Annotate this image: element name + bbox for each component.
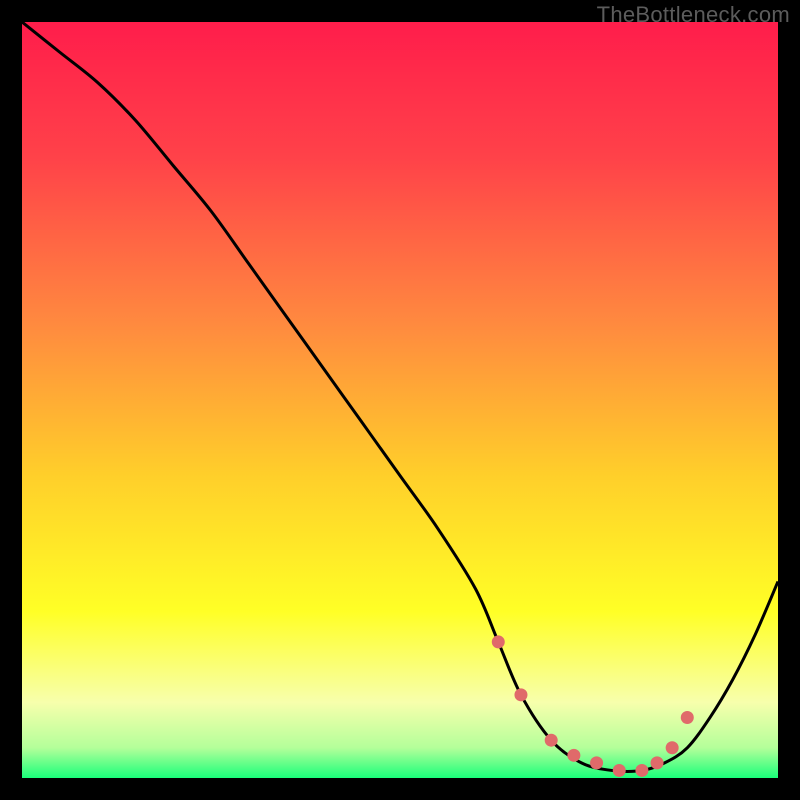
marker-dot (651, 756, 664, 769)
bottleneck-chart (22, 22, 778, 778)
gradient-background (22, 22, 778, 778)
marker-dot (514, 688, 527, 701)
marker-dot (681, 711, 694, 724)
marker-dot (666, 741, 679, 754)
marker-dot (567, 749, 580, 762)
watermark-text: TheBottleneck.com (597, 2, 790, 28)
marker-dot (545, 734, 558, 747)
marker-dot (492, 635, 505, 648)
marker-dot (635, 764, 648, 777)
marker-dot (613, 764, 626, 777)
marker-dot (590, 756, 603, 769)
chart-frame (22, 22, 778, 778)
